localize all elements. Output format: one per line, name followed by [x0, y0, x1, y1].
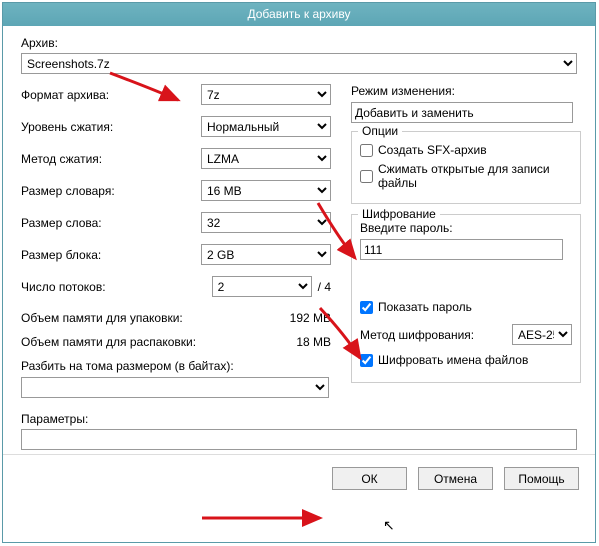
titlebar: Добавить к архиву [3, 3, 595, 26]
right-column: Режим изменения: Опции Создать SFX-архив… [351, 84, 581, 398]
format-select[interactable]: 7z [201, 84, 331, 105]
mode-label: Режим изменения: [351, 84, 581, 98]
encrypt-names-label: Шифровать имена файлов [378, 353, 528, 367]
sfx-checkbox[interactable] [360, 144, 373, 157]
encryption-fieldset: Шифрование Введите пароль: Показать паро… [351, 214, 581, 383]
dialog-window: Добавить к архиву Архив: Screenshots.7z … [2, 2, 596, 543]
password-label: Введите пароль: [360, 221, 572, 235]
block-select[interactable]: 2 GB [201, 244, 331, 265]
params-label: Параметры: [21, 412, 581, 426]
enc-method-select[interactable]: AES-256 [512, 324, 572, 345]
mem-unpack-value: 18 MB [296, 335, 331, 349]
dict-label: Размер словаря: [21, 184, 115, 198]
mem-pack-label: Объем памяти для упаковки: [21, 311, 183, 325]
ok-button[interactable]: ОК [332, 467, 407, 490]
level-label: Уровень сжатия: [21, 120, 113, 134]
password-input[interactable] [360, 239, 563, 260]
help-button[interactable]: Помощь [504, 467, 579, 490]
mem-unpack-label: Объем памяти для распаковки: [21, 335, 196, 349]
sfx-label: Создать SFX-архив [378, 143, 487, 157]
threads-select[interactable]: 2 [212, 276, 312, 297]
mode-input[interactable] [351, 102, 573, 123]
split-select[interactable] [21, 377, 329, 398]
format-label: Формат архива: [21, 88, 109, 102]
level-select[interactable]: Нормальный [201, 116, 331, 137]
encryption-legend: Шифрование [358, 207, 440, 221]
show-password-label: Показать пароль [378, 300, 472, 314]
block-label: Размер блока: [21, 248, 101, 262]
method-select[interactable]: LZMA [201, 148, 331, 169]
archive-select[interactable]: Screenshots.7z [21, 53, 577, 74]
enc-method-label: Метод шифрования: [360, 328, 474, 342]
archive-label: Архив: [21, 36, 581, 50]
cancel-button[interactable]: Отмена [418, 467, 493, 490]
content-area: Архив: Screenshots.7z Формат архива: 7z … [3, 26, 595, 454]
mouse-cursor-icon: ↖ [383, 517, 395, 534]
left-column: Формат архива: 7z Уровень сжатия: Нормал… [21, 84, 331, 398]
options-fieldset: Опции Создать SFX-архив Cжимать открытые… [351, 131, 581, 204]
footer: ОК Отмена Помощь [3, 454, 595, 498]
word-label: Размер слова: [21, 216, 102, 230]
split-label: Разбить на тома размером (в байтах): [21, 359, 331, 373]
threads-label: Число потоков: [21, 280, 106, 294]
params-input[interactable] [21, 429, 577, 450]
encrypt-names-checkbox[interactable] [360, 354, 373, 367]
show-password-checkbox[interactable] [360, 301, 373, 314]
mem-pack-value: 192 MB [290, 311, 331, 325]
threads-max: / 4 [318, 280, 331, 294]
dict-select[interactable]: 16 MB [201, 180, 331, 201]
method-label: Метод сжатия: [21, 152, 102, 166]
openfiles-label: Cжимать открытые для записи файлы [378, 162, 572, 190]
options-legend: Опции [358, 124, 402, 138]
openfiles-checkbox[interactable] [360, 170, 373, 183]
word-select[interactable]: 32 [201, 212, 331, 233]
